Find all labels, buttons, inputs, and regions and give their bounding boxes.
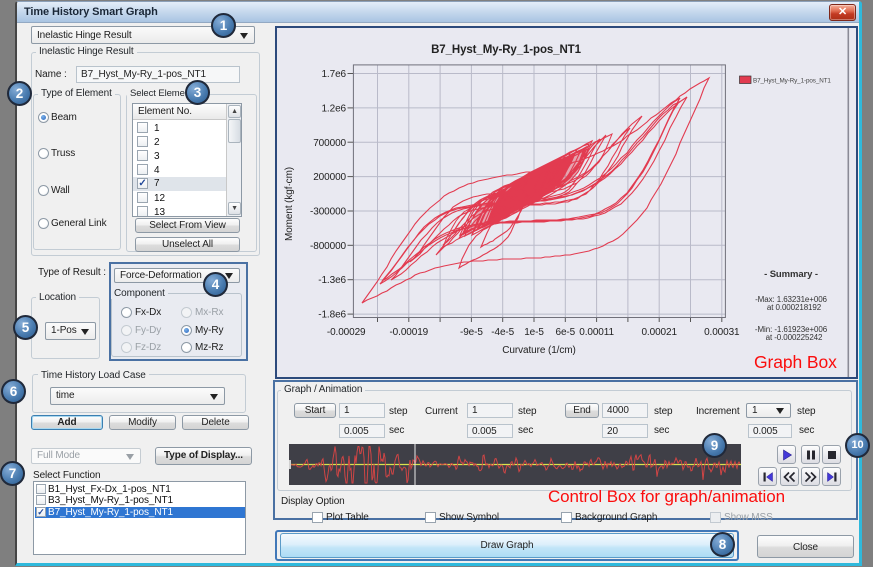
svg-text:Moment (kgf·cm): Moment (kgf·cm) <box>284 167 295 241</box>
svg-text:- Summary -: - Summary - <box>764 269 818 280</box>
svg-text:at -0.000225242: at -0.000225242 <box>766 333 823 342</box>
svg-text:1e-5: 1e-5 <box>524 327 544 338</box>
svg-text:1.2e6: 1.2e6 <box>321 103 346 114</box>
svg-text:6e-5: 6e-5 <box>555 327 575 338</box>
svg-text:-0.00029: -0.00029 <box>327 327 366 338</box>
svg-text:-4e-5: -4e-5 <box>491 327 514 338</box>
svg-text:Curvature (1/cm): Curvature (1/cm) <box>502 345 575 356</box>
svg-text:-300000: -300000 <box>310 207 347 218</box>
svg-text:200000: 200000 <box>313 172 346 183</box>
svg-text:at 0.000218192: at 0.000218192 <box>767 303 822 312</box>
svg-text:B7_Hyst_My-Ry_1-pos_NT1: B7_Hyst_My-Ry_1-pos_NT1 <box>753 78 831 85</box>
svg-text:0.00011: 0.00011 <box>579 327 614 338</box>
svg-text:-1.8e6: -1.8e6 <box>318 310 346 321</box>
svg-text:-800000: -800000 <box>310 241 347 252</box>
svg-text:Graph Box: Graph Box <box>754 352 837 372</box>
svg-text:0.00031: 0.00031 <box>704 327 740 338</box>
svg-text:0.00021: 0.00021 <box>641 327 677 338</box>
svg-text:B7_Hyst_My-Ry_1-pos_NT1: B7_Hyst_My-Ry_1-pos_NT1 <box>431 44 582 56</box>
svg-text:-0.00019: -0.00019 <box>389 327 428 338</box>
svg-text:-1.3e6: -1.3e6 <box>318 275 346 286</box>
svg-text:1.7e6: 1.7e6 <box>321 69 346 80</box>
svg-text:-9e-5: -9e-5 <box>460 327 483 338</box>
svg-text:700000: 700000 <box>313 138 346 149</box>
